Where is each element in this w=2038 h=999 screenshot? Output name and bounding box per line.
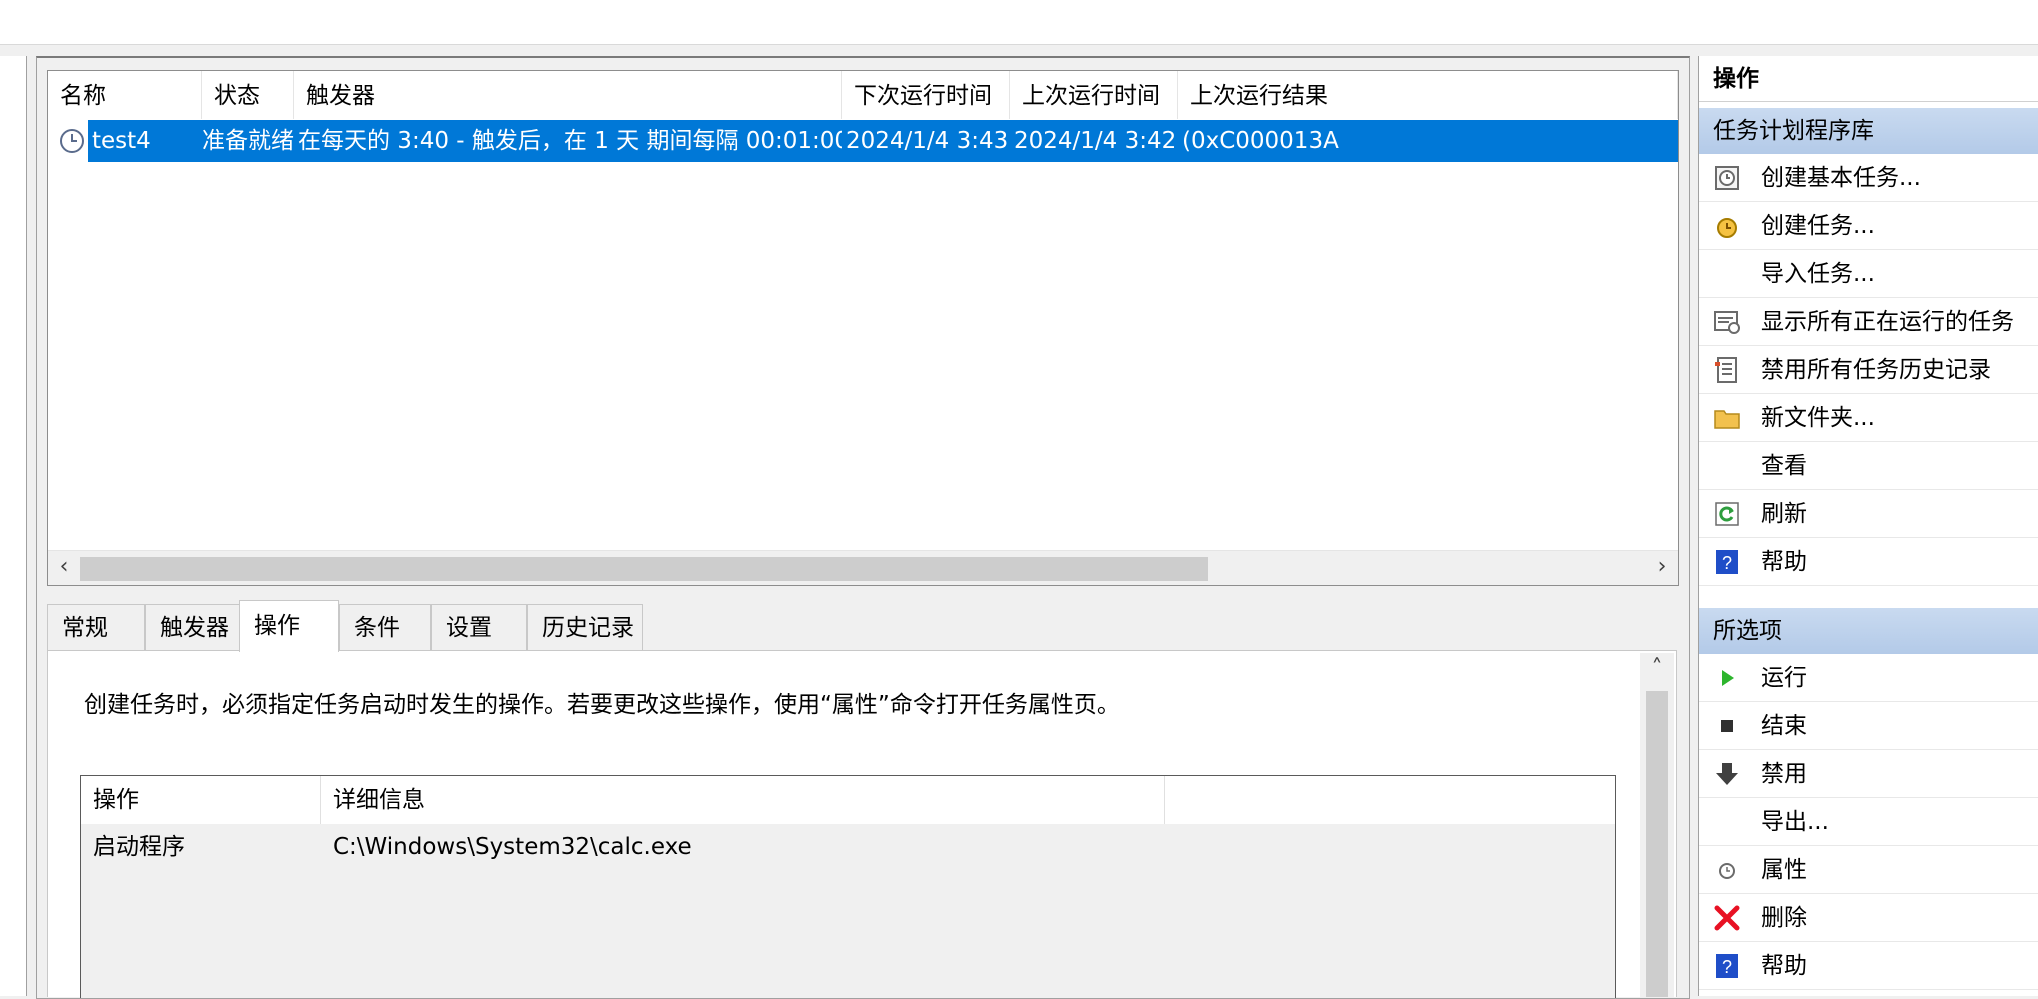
scroll-left-icon[interactable]: ‹	[50, 553, 78, 581]
action-label: 禁用	[1761, 761, 1807, 787]
cell-details[interactable]: C:\Windows\System32\calc.exe	[321, 824, 1133, 870]
history-log-icon	[1715, 357, 1737, 383]
action-label: 结束	[1761, 713, 1807, 739]
delete-icon	[1714, 905, 1740, 931]
action-label: 创建任务...	[1761, 213, 1875, 239]
action-label: 查看	[1761, 453, 1807, 479]
tab-actions[interactable]: 操作	[239, 600, 339, 652]
stop-icon	[1721, 720, 1733, 732]
view-menu-button[interactable]: 查看	[1699, 442, 2038, 490]
actions-description: 创建任务时，必须指定任务启动时发生的操作。若要更改这些操作，使用“属性”命令打开…	[84, 692, 1120, 718]
selected-item-group-header[interactable]: 所选项	[1699, 608, 2038, 654]
folder-icon	[1714, 410, 1740, 429]
column-header-last-result[interactable]: 上次运行结果	[1178, 71, 1678, 119]
horizontal-scrollbar[interactable]: ‹ ›	[48, 550, 1678, 585]
column-header-last-run[interactable]: 上次运行时间	[1010, 71, 1178, 119]
tab-settings[interactable]: 设置	[431, 604, 527, 650]
refresh-button[interactable]: 刷新	[1699, 490, 2038, 538]
column-header-details[interactable]: 详细信息	[321, 776, 1165, 824]
end-button[interactable]: 结束	[1699, 702, 2038, 750]
tab-triggers[interactable]: 触发器	[145, 604, 243, 650]
run-icon	[1722, 670, 1734, 686]
help-button-selected[interactable]: ? 帮助	[1699, 942, 2038, 990]
cell-name: test4	[92, 128, 151, 154]
help-button[interactable]: ? 帮助	[1699, 538, 2038, 586]
action-label: 新文件夹...	[1761, 405, 1875, 431]
task-clock-icon	[60, 129, 84, 153]
cell-trigger: 在每天的 3:40 - 触发后，在 1 天 期间每隔 00:01:00 重复一次…	[298, 128, 842, 154]
properties-button[interactable]: 属性	[1699, 846, 2038, 894]
new-folder-button[interactable]: 新文件夹...	[1699, 394, 2038, 442]
delete-button[interactable]: 删除	[1699, 894, 2038, 942]
action-label: 属性	[1761, 857, 1807, 883]
cell-next-run: 2024/1/4 3:43:02	[846, 128, 1010, 154]
action-label: 运行	[1761, 665, 1807, 691]
tab-history[interactable]: 历史记录	[527, 604, 643, 650]
refresh-icon	[1715, 502, 1739, 526]
actions-pane: 操作 任务计划程序库 创建基本任务... 创建任务... 导入任务... 显示所…	[1698, 56, 2038, 996]
cell-last-run: 2024/1/4 3:42:03	[1014, 128, 1178, 154]
action-label: 导入任务...	[1761, 261, 1875, 287]
action-label: 创建基本任务...	[1761, 165, 1921, 191]
table-row[interactable]: test4 准备就绪 在每天的 3:40 - 触发后，在 1 天 期间每隔 00…	[88, 120, 1678, 162]
help-icon: ?	[1716, 550, 1738, 574]
properties-icon	[1719, 863, 1735, 879]
create-task-button[interactable]: 创建任务...	[1699, 202, 2038, 250]
action-label: 显示所有正在运行的任务	[1761, 309, 2014, 335]
disable-icon	[1716, 763, 1738, 785]
action-label: 帮助	[1761, 953, 1807, 979]
cell-action[interactable]: 启动程序	[81, 824, 321, 870]
column-header-action[interactable]: 操作	[81, 776, 321, 824]
task-clock-icon	[1717, 218, 1737, 238]
cell-last-result: (0xC000013A	[1182, 128, 1339, 154]
scroll-up-icon[interactable]: ˄	[1643, 655, 1671, 683]
library-group-header[interactable]: 任务计划程序库	[1699, 108, 2038, 154]
scrollbar-thumb[interactable]	[80, 557, 1208, 581]
cell-status: 准备就绪	[202, 128, 294, 154]
actions-tab-panel: 创建任务时，必须指定任务启动时发生的操作。若要更改这些操作，使用“属性”命令打开…	[47, 650, 1677, 998]
navigation-tree-pane[interactable]	[0, 56, 27, 996]
svg-text:?: ?	[1722, 553, 1732, 573]
running-tasks-icon	[1714, 311, 1740, 334]
help-icon: ?	[1716, 954, 1738, 978]
run-button[interactable]: 运行	[1699, 654, 2038, 702]
show-running-tasks-button[interactable]: 显示所有正在运行的任务	[1699, 298, 2038, 346]
vertical-scrollbar[interactable]: ˄	[1640, 653, 1674, 997]
column-header-status[interactable]: 状态	[202, 71, 294, 119]
svg-text:?: ?	[1722, 957, 1732, 977]
action-label: 禁用所有任务历史记录	[1761, 357, 1991, 383]
column-header-trigger[interactable]: 触发器	[294, 71, 842, 119]
export-button[interactable]: 导出...	[1699, 798, 2038, 846]
actions-pane-title: 操作	[1699, 56, 2038, 102]
action-label: 刷新	[1761, 501, 1807, 527]
scroll-right-icon[interactable]: ›	[1648, 553, 1676, 581]
action-label: 帮助	[1761, 549, 1807, 575]
tab-general[interactable]: 常规	[47, 604, 145, 650]
actions-table-header: 操作 详细信息	[81, 776, 1615, 824]
import-task-button[interactable]: 导入任务...	[1699, 250, 2038, 298]
task-list[interactable]: 名称 状态 触发器 下次运行时间 上次运行时间 上次运行结果 test4 准备就…	[47, 70, 1679, 586]
scrollbar-thumb[interactable]	[1646, 691, 1668, 997]
column-header-next-run[interactable]: 下次运行时间	[842, 71, 1010, 119]
action-label: 导出...	[1761, 809, 1829, 835]
create-basic-task-button[interactable]: 创建基本任务...	[1699, 154, 2038, 202]
actions-table[interactable]: 操作 详细信息 启动程序 C:\Windows\System32\calc.ex…	[80, 775, 1616, 998]
action-label: 删除	[1761, 905, 1807, 931]
disable-button[interactable]: 禁用	[1699, 750, 2038, 798]
tab-conditions[interactable]: 条件	[339, 604, 431, 650]
column-header-name[interactable]: 名称	[48, 71, 202, 119]
basic-task-icon	[1715, 166, 1739, 190]
top-toolbar-strip	[0, 0, 2038, 45]
disable-history-button[interactable]: 禁用所有任务历史记录	[1699, 346, 2038, 394]
